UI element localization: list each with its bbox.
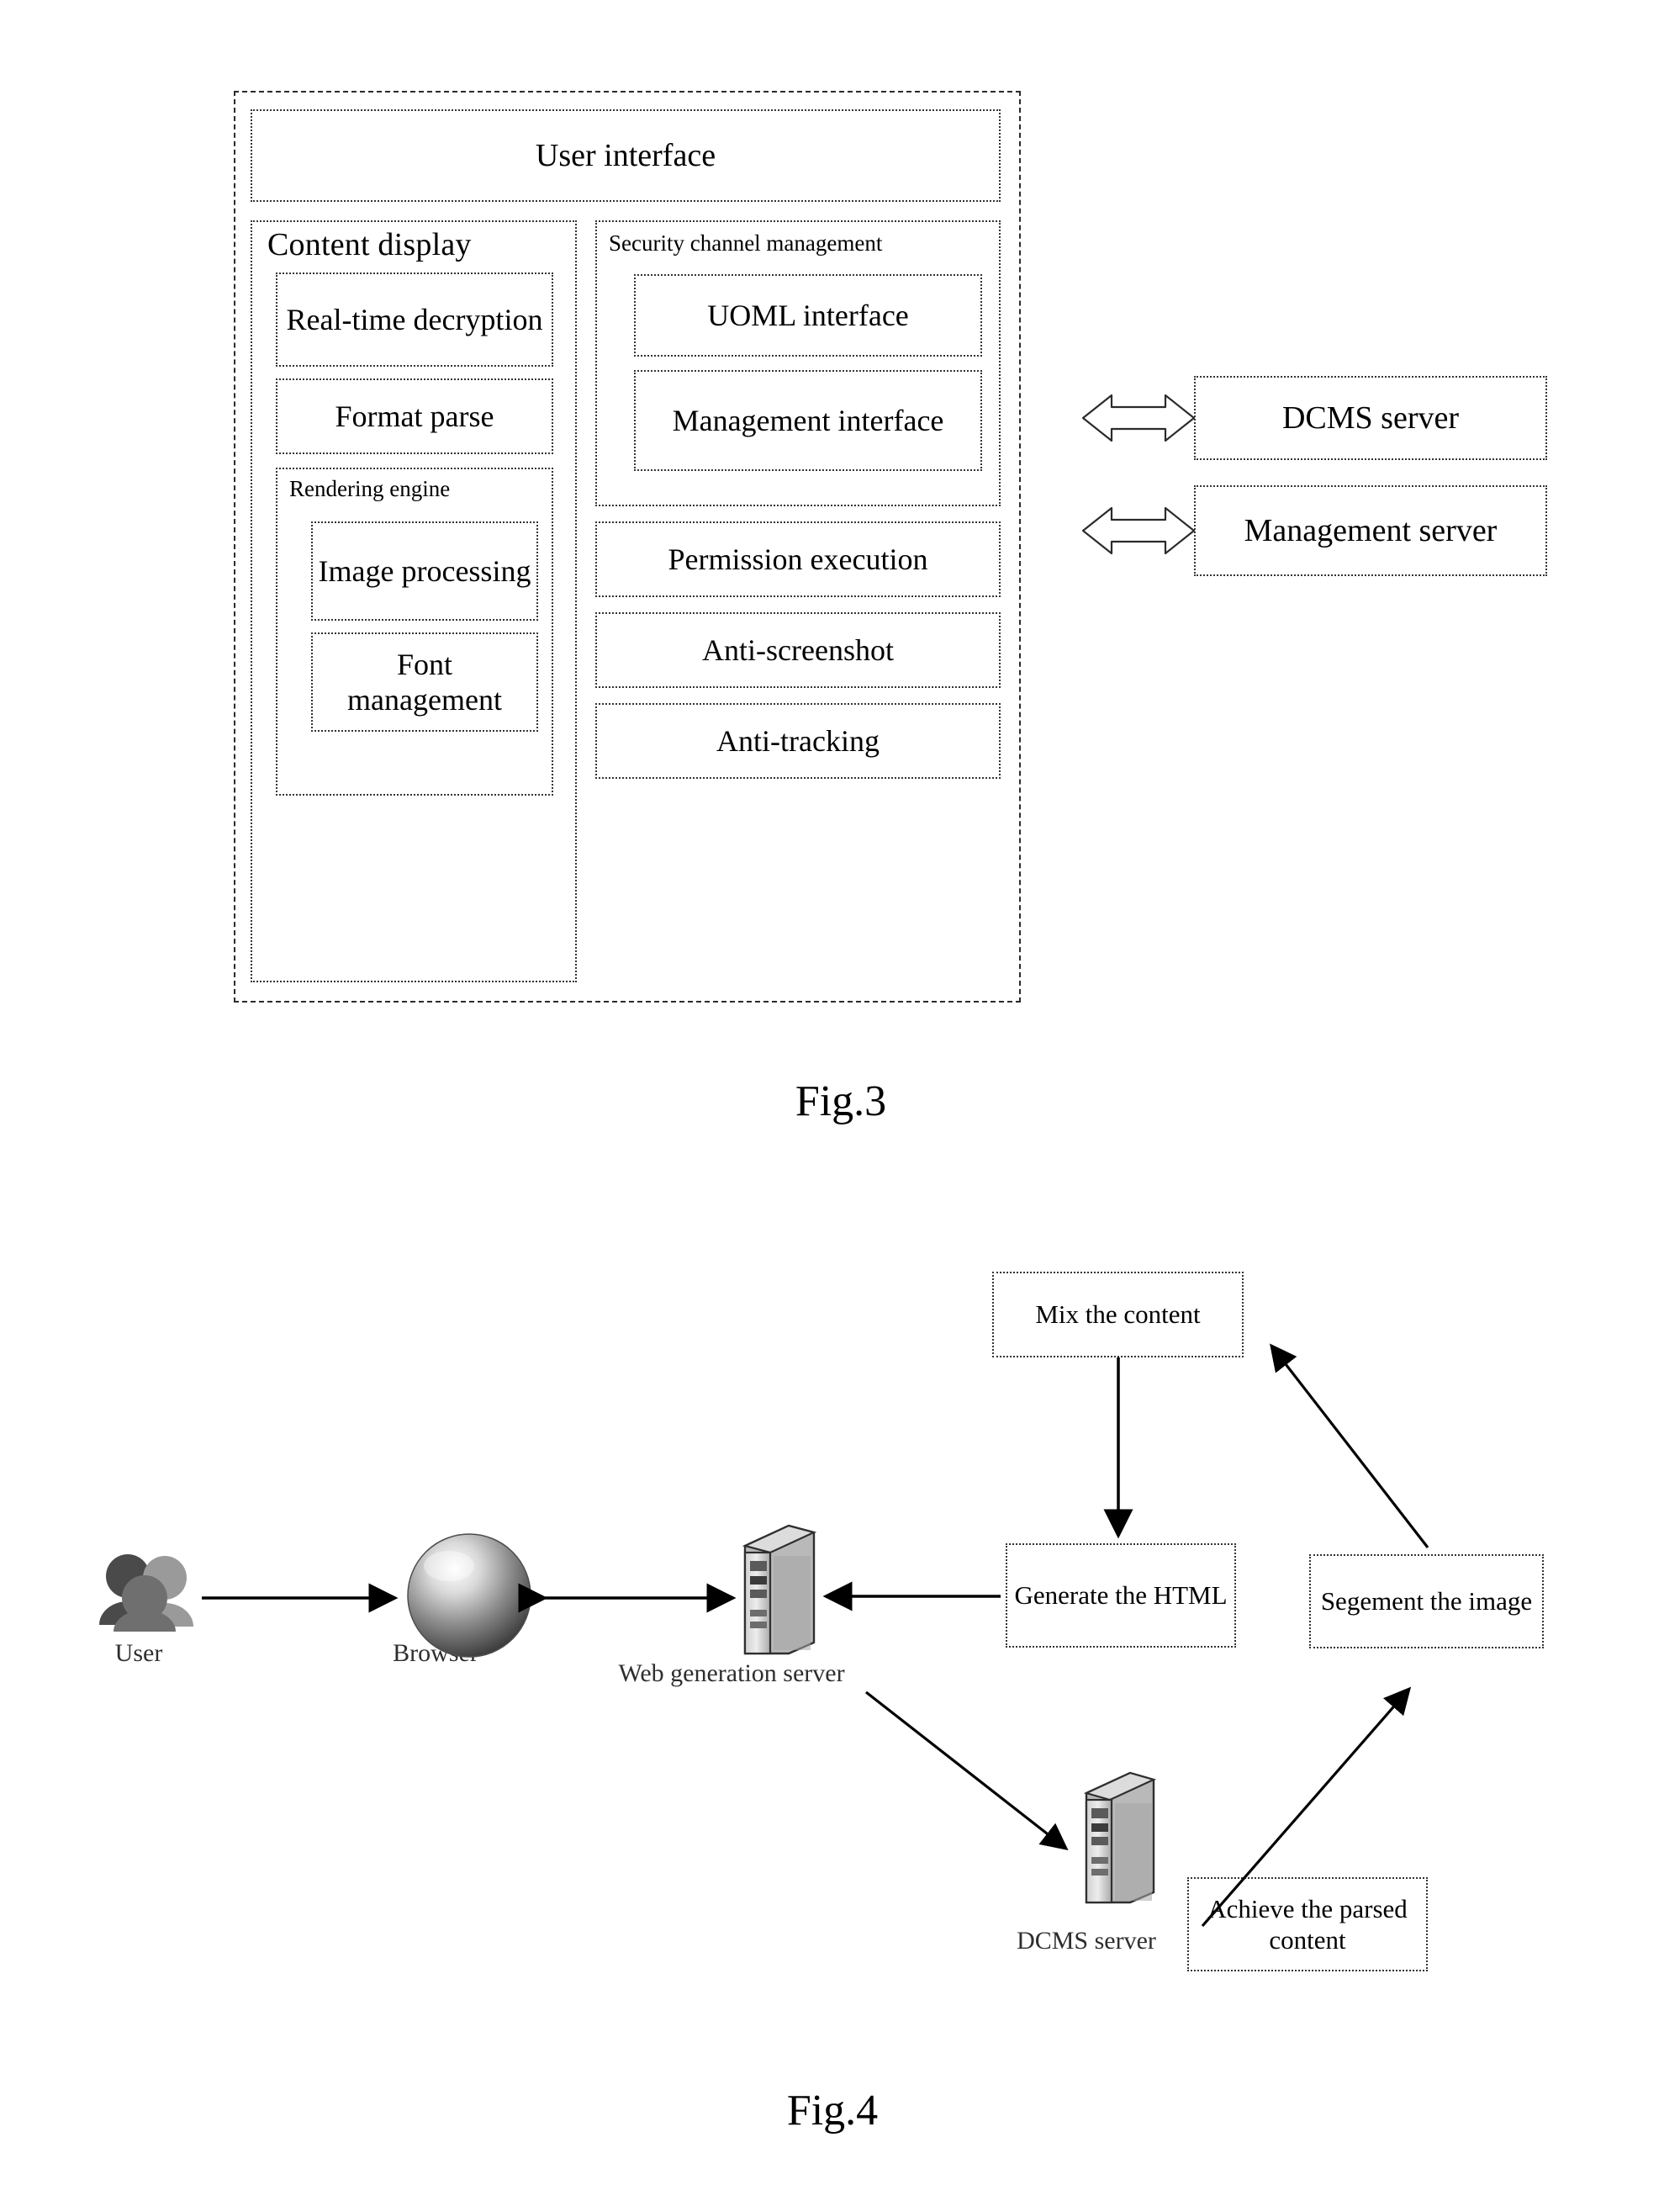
segement-the-image-box: Segement the image xyxy=(1309,1554,1544,1648)
security-channel-management-title: Security channel management xyxy=(609,230,883,256)
uoml-interface-box: UOML interface xyxy=(634,274,982,357)
user-interface-label: User interface xyxy=(535,137,716,173)
font-management-label: Font management xyxy=(347,647,502,717)
format-parse-box: Format parse xyxy=(276,378,553,454)
mix-the-content-box: Mix the content xyxy=(992,1272,1244,1357)
image-processing-box: Image processing xyxy=(311,521,538,621)
rendering-engine-box: Rendering engine Image processing Font m… xyxy=(276,468,553,796)
anti-tracking-box: Anti-tracking xyxy=(595,703,1001,779)
dcms-server-tower-icon xyxy=(1083,1771,1157,1904)
anti-tracking-label: Anti-tracking xyxy=(716,723,880,758)
format-parse-label: Format parse xyxy=(335,399,494,433)
web-generation-server-caption: Web generation server xyxy=(618,1659,845,1687)
arrow-webserver-to-dcms xyxy=(865,1690,1069,1850)
management-interface-box: Management interface xyxy=(634,370,982,471)
dcms-server-node-caption: DCMS server xyxy=(1017,1927,1156,1955)
mix-the-content-label: Mix the content xyxy=(1035,1299,1201,1330)
uoml-interface-label: UOML interface xyxy=(707,298,909,332)
server-tower-icon xyxy=(742,1524,817,1655)
content-display-title: Content display xyxy=(267,227,472,262)
achieve-the-parsed-content-label: Achieve the parsed content xyxy=(1207,1893,1408,1955)
anti-screenshot-box: Anti-screenshot xyxy=(595,612,1001,688)
permission-execution-box: Permission execution xyxy=(595,521,1001,597)
anti-screenshot-label: Anti-screenshot xyxy=(702,632,894,667)
user-interface-box: User interface xyxy=(251,109,1001,202)
font-management-box: Font management xyxy=(311,632,538,732)
real-time-decryption-box: Real-time decryption xyxy=(276,272,553,367)
real-time-decryption-label: Real-time decryption xyxy=(286,302,543,336)
figure-4-caption: Fig.4 xyxy=(786,2087,879,2135)
permission-execution-label: Permission execution xyxy=(668,542,928,576)
segement-the-image-label: Segement the image xyxy=(1320,1586,1533,1616)
figure-3-diagram: Dedicated client User interface Content … xyxy=(234,91,1021,1003)
people-icon xyxy=(99,1554,193,1632)
rendering-engine-title: Rendering engine xyxy=(289,476,451,501)
management-interface-label: Management interface xyxy=(672,403,944,437)
content-display-box: Content display Real-time decryption For… xyxy=(251,220,577,982)
management-interface-server-double-arrow-icon xyxy=(1081,506,1196,555)
uoml-dcms-double-arrow-icon xyxy=(1081,394,1196,442)
management-server-box: Management server xyxy=(1194,485,1547,576)
security-channel-management-box: Security channel management UOML interfa… xyxy=(595,220,1001,506)
dcms-server-label: DCMS server xyxy=(1281,399,1460,436)
user-caption: User xyxy=(114,1639,163,1667)
management-server-label: Management server xyxy=(1244,512,1498,548)
arrow-segment-to-mix xyxy=(1270,1343,1429,1548)
image-processing-label: Image processing xyxy=(318,553,531,588)
generate-the-html-label: Generate the HTML xyxy=(1014,1580,1228,1611)
dcms-server-box: DCMS server xyxy=(1194,376,1547,460)
figure-3-caption: Fig.3 xyxy=(795,1077,887,1125)
achieve-the-parsed-content-box: Achieve the parsed content xyxy=(1187,1877,1428,1971)
generate-the-html-box: Generate the HTML xyxy=(1006,1543,1236,1648)
browser-caption: Browser xyxy=(393,1639,478,1667)
